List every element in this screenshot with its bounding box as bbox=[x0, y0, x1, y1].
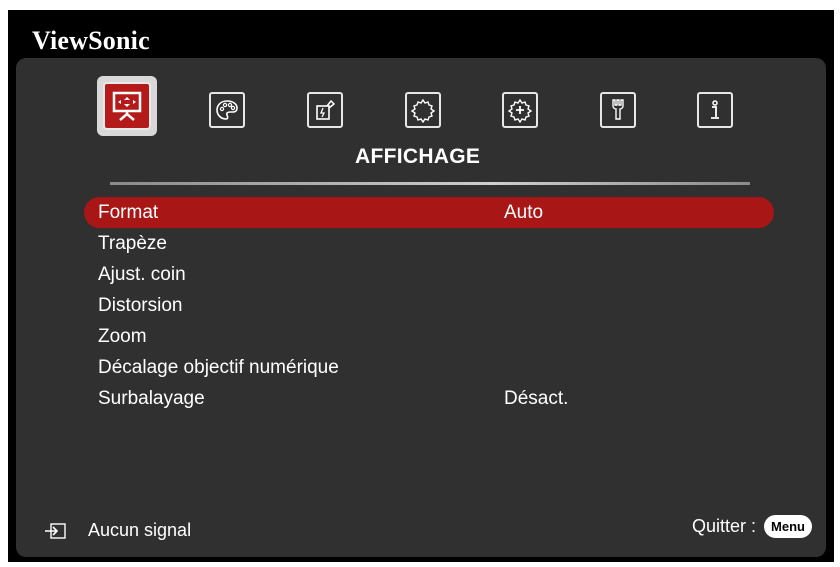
tab-picture[interactable] bbox=[209, 92, 245, 128]
menu-item-label: Distorsion bbox=[98, 295, 183, 316]
signal-status: Aucun signal bbox=[44, 520, 191, 541]
signal-text: Aucun signal bbox=[88, 520, 192, 540]
tab-power[interactable] bbox=[307, 92, 343, 128]
tab-info[interactable] bbox=[697, 92, 733, 128]
picture-palette-icon bbox=[216, 100, 238, 120]
section-title: AFFICHAGE bbox=[355, 145, 481, 168]
menu-item-trapeze[interactable]: Trapèze bbox=[84, 228, 774, 259]
tab-bar bbox=[97, 76, 757, 140]
menu-item-label: Décalage objectif numérique bbox=[98, 357, 339, 378]
tab-basic[interactable] bbox=[405, 92, 441, 128]
menu-item-format[interactable]: Format Auto bbox=[84, 197, 774, 228]
menu-list: Format Auto Trapèze Ajust. coin Distorsi… bbox=[84, 197, 774, 414]
menu-item-corner-adjust[interactable]: Ajust. coin bbox=[84, 259, 774, 290]
menu-item-label: Format bbox=[98, 202, 159, 223]
system-wrench-icon bbox=[612, 99, 624, 120]
advanced-settings-icon bbox=[507, 98, 533, 123]
menu-item-label: Zoom bbox=[98, 326, 147, 347]
input-source-icon bbox=[45, 522, 66, 539]
menu-item-zoom[interactable]: Zoom bbox=[84, 321, 774, 352]
menu-item-overscan[interactable]: Surbalayage Désact. bbox=[84, 383, 774, 414]
info-icon bbox=[711, 100, 719, 119]
menu-button[interactable]: Menu bbox=[764, 515, 812, 538]
menu-item-lens-shift[interactable]: Décalage objectif numérique bbox=[84, 352, 774, 383]
tab-advanced[interactable] bbox=[502, 92, 538, 128]
menu-item-distortion[interactable]: Distorsion bbox=[84, 290, 774, 321]
menu-item-value: Désact. bbox=[504, 388, 569, 409]
menu-item-label: Ajust. coin bbox=[98, 264, 186, 285]
tab-display[interactable] bbox=[97, 76, 157, 136]
exit-hint: Quitter : Menu bbox=[692, 515, 812, 538]
tab-system[interactable] bbox=[600, 92, 636, 128]
basic-settings-icon bbox=[410, 98, 436, 123]
menu-item-label: Trapèze bbox=[98, 233, 167, 254]
exit-label: Quitter : bbox=[692, 516, 757, 536]
power-icon bbox=[316, 99, 336, 120]
menu-item-label: Surbalayage bbox=[98, 388, 205, 409]
display-icon bbox=[112, 91, 142, 121]
brand-logo: ViewSonic bbox=[32, 26, 150, 55]
menu-item-value: Auto bbox=[504, 202, 544, 223]
divider bbox=[110, 182, 750, 185]
